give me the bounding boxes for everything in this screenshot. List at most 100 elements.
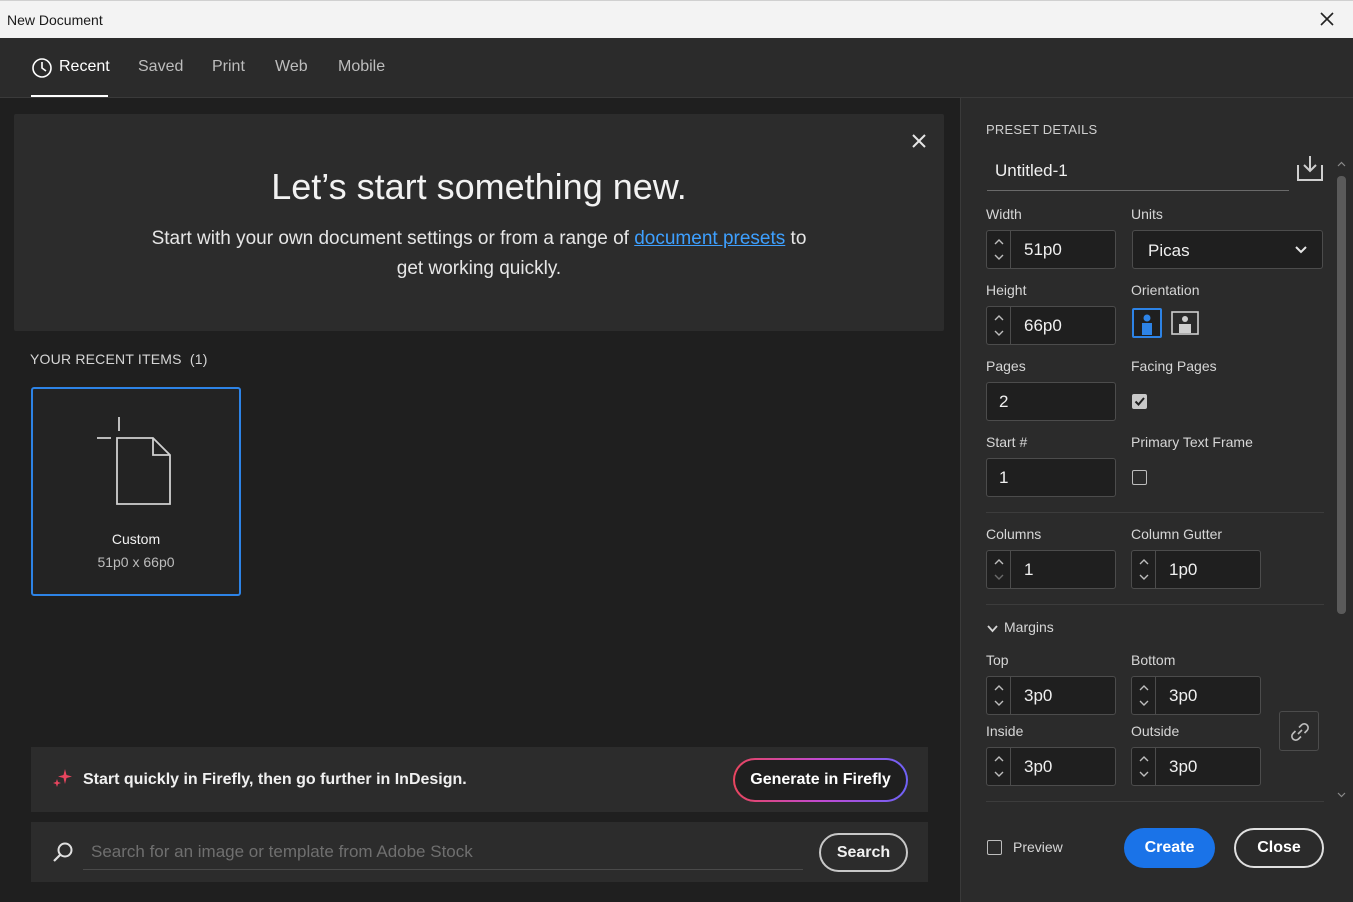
chevron-up-icon[interactable]: [1138, 753, 1150, 765]
gutter-stepper: [1132, 551, 1156, 588]
close-icon: [1320, 12, 1334, 26]
generate-in-firefly-button[interactable]: Generate in Firefly: [733, 758, 908, 802]
chevron-up-icon[interactable]: [993, 236, 1005, 248]
stock-search-input[interactable]: [83, 834, 803, 870]
chevron-down-icon: [1295, 246, 1307, 254]
recent-item-name: Custom: [111, 531, 161, 547]
height-label: Height: [986, 282, 1027, 298]
column-gutter-label: Column Gutter: [1131, 526, 1223, 542]
chevron-down-icon[interactable]: [993, 697, 1005, 709]
margins-section-toggle[interactable]: Margins: [986, 619, 1054, 635]
new-document-icon: [97, 417, 171, 505]
chevron-down-icon[interactable]: [1337, 790, 1346, 799]
dismiss-banner-button[interactable]: [908, 130, 930, 152]
chevron-down-icon[interactable]: [993, 251, 1005, 263]
preset-details-heading: PRESET DETAILS: [986, 122, 1098, 137]
divider: [986, 604, 1324, 605]
chevron-down-icon[interactable]: [1138, 768, 1150, 780]
units-dropdown[interactable]: Picas: [1132, 230, 1323, 269]
chevron-down-icon[interactable]: [993, 571, 1005, 583]
recent-heading-text: YOUR RECENT ITEMS: [30, 351, 182, 367]
chevron-up-icon[interactable]: [993, 312, 1005, 324]
save-preset-icon[interactable]: [1295, 154, 1325, 182]
close-icon: [912, 134, 926, 148]
units-value: Picas: [1148, 241, 1190, 260]
tab-web[interactable]: Web: [275, 58, 308, 76]
firefly-promo: Start quickly in Firefly, then go furthe…: [31, 747, 928, 812]
window-title: New Document: [7, 12, 103, 28]
height-field[interactable]: 66p0: [986, 306, 1116, 345]
height-stepper: [987, 307, 1011, 344]
bottom-margin-field[interactable]: 3p0: [1131, 676, 1261, 715]
title-bar: New Document: [0, 0, 1353, 38]
document-name-field[interactable]: Untitled-1: [987, 153, 1289, 191]
chevron-up-icon[interactable]: [1337, 160, 1346, 169]
chevron-up-icon[interactable]: [1138, 556, 1150, 568]
search-button[interactable]: Search: [819, 833, 908, 872]
chevron-up-icon[interactable]: [993, 682, 1005, 694]
chevron-up-icon[interactable]: [993, 556, 1005, 568]
pages-label: Pages: [986, 358, 1026, 374]
preview-checkbox[interactable]: [987, 840, 1002, 855]
inside-margin-stepper: [987, 748, 1011, 785]
landscape-orientation-icon[interactable]: [1170, 308, 1200, 338]
chevron-up-icon[interactable]: [993, 753, 1005, 765]
start-page-label: Start #: [986, 434, 1028, 450]
width-field[interactable]: 51p0: [986, 230, 1116, 269]
margins-label: Margins: [1004, 619, 1054, 635]
outside-margin-stepper: [1132, 748, 1156, 785]
facing-pages-label: Facing Pages: [1131, 358, 1217, 374]
tab-saved[interactable]: Saved: [138, 58, 183, 76]
columns-field[interactable]: 1: [986, 550, 1116, 589]
inside-margin-field[interactable]: 3p0: [986, 747, 1116, 786]
link-margins-button[interactable]: [1279, 711, 1319, 751]
column-gutter-field[interactable]: 1p0: [1131, 550, 1261, 589]
document-presets-link[interactable]: document presets: [634, 228, 785, 249]
close-button[interactable]: Close: [1234, 828, 1324, 868]
facing-pages-checkbox[interactable]: [1132, 394, 1147, 409]
width-value: 51p0: [1024, 240, 1062, 259]
bottom-margin-stepper: [1132, 677, 1156, 714]
height-value: 66p0: [1024, 316, 1062, 335]
top-margin-field[interactable]: 3p0: [986, 676, 1116, 715]
chevron-up-icon[interactable]: [1138, 682, 1150, 694]
search-icon: [53, 842, 73, 862]
recent-items-heading: YOUR RECENT ITEMS (1): [30, 351, 208, 367]
firefly-sparkle-icon: [53, 769, 72, 787]
outside-margin-label: Outside: [1131, 723, 1180, 739]
link-icon: [1291, 723, 1309, 741]
start-page-field[interactable]: 1: [986, 458, 1116, 497]
tab-print[interactable]: Print: [212, 58, 245, 76]
chevron-down-icon: [987, 625, 998, 633]
outside-margin-field[interactable]: 3p0: [1131, 747, 1261, 786]
columns-label: Columns: [986, 526, 1042, 542]
stock-search-bar: Search: [31, 822, 928, 882]
orientation-label: Orientation: [1131, 282, 1200, 298]
welcome-subtitle: Start with your own document settings or…: [144, 224, 814, 284]
create-button[interactable]: Create: [1124, 828, 1215, 868]
main-pane: Let’s start something new. Start with yo…: [0, 98, 960, 902]
inside-margin-label: Inside: [986, 723, 1024, 739]
top-margin-stepper: [987, 677, 1011, 714]
units-label: Units: [1131, 206, 1163, 222]
chevron-down-icon[interactable]: [993, 327, 1005, 339]
top-margin-label: Top: [986, 652, 1009, 668]
portrait-orientation-icon[interactable]: [1132, 308, 1162, 338]
tab-mobile[interactable]: Mobile: [338, 58, 385, 76]
scrollbar-thumb[interactable]: [1337, 176, 1346, 614]
recent-item-dimensions: 51p0 x 66p0: [97, 554, 175, 570]
window-close-button[interactable]: [1315, 7, 1339, 31]
primary-text-frame-checkbox[interactable]: [1132, 470, 1147, 485]
tab-recent[interactable]: Recent: [59, 58, 110, 76]
columns-value: 1: [1024, 560, 1034, 579]
chevron-down-icon[interactable]: [1138, 697, 1150, 709]
pages-field[interactable]: 2: [986, 382, 1116, 421]
active-tab-indicator: [31, 95, 108, 97]
recent-count: (1): [189, 351, 208, 367]
chevron-down-icon[interactable]: [993, 768, 1005, 780]
chevron-down-icon[interactable]: [1138, 571, 1150, 583]
panel-scrollbar[interactable]: [1334, 158, 1348, 803]
recent-item-card[interactable]: Custom 51p0 x 66p0: [31, 387, 241, 596]
outside-margin-value: 3p0: [1169, 757, 1198, 776]
primary-text-frame-label: Primary Text Frame: [1131, 434, 1253, 450]
